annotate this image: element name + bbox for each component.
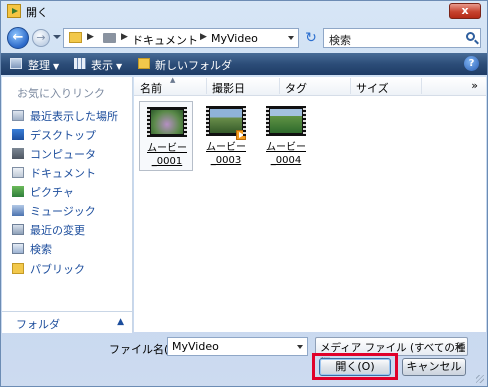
column-name[interactable]: 名前 <box>140 80 162 96</box>
window-title: 開く <box>26 6 48 19</box>
chevron-down-icon: ▼ <box>53 62 60 71</box>
column-divider[interactable] <box>421 78 422 94</box>
column-divider[interactable] <box>206 78 207 94</box>
video-thumbnail-icon <box>266 106 306 136</box>
folders-toggle[interactable]: フォルダ ▲ <box>2 311 132 333</box>
search-box[interactable]: 検索 <box>323 28 481 48</box>
chevron-down-icon: ▼ <box>116 62 123 71</box>
column-tags[interactable]: タグ <box>285 80 307 96</box>
chevron-up-icon: ▲ <box>117 317 124 327</box>
breadcrumb-documents[interactable]: ドキュメント <box>132 32 198 48</box>
navigation-bar: ← → ▶ ▶ ドキュメント ▶ MyVideo ↻ 検索 <box>1 25 487 51</box>
media-player-icon <box>236 130 246 140</box>
file-name: ムービー _0001 <box>147 143 187 167</box>
breadcrumb-separator-icon[interactable]: ▶ <box>121 32 128 42</box>
views-icon <box>74 58 86 69</box>
address-dropdown-icon[interactable] <box>288 36 294 40</box>
sidebar-item-pictures[interactable]: ピクチャ <box>12 184 74 200</box>
breadcrumb-myvideo[interactable]: MyVideo <box>211 32 258 45</box>
column-divider[interactable] <box>279 78 280 94</box>
resize-grip[interactable] <box>476 375 484 383</box>
command-toolbar: 整理 ▼ 表示 ▼ 新しいフォルダ ? <box>1 53 487 75</box>
documents-icon <box>12 167 24 178</box>
file-name-value: MyVideo <box>172 340 219 353</box>
computer-icon <box>12 148 24 159</box>
music-icon <box>12 205 24 216</box>
file-item[interactable]: ムービー _0003 <box>199 101 253 171</box>
breadcrumb-separator-icon[interactable]: ▶ <box>87 32 94 42</box>
column-divider[interactable] <box>350 78 351 94</box>
organize-icon <box>10 58 22 69</box>
sidebar-item-label: 最近表示した場所 <box>30 110 118 123</box>
sidebar-item-public[interactable]: パブリック <box>12 261 85 277</box>
forward-button[interactable]: → <box>32 29 50 47</box>
sidebar-item-label: パブリック <box>30 263 85 276</box>
sidebar-item-label: コンピュータ <box>30 148 96 161</box>
sidebar-item-label: ミュージック <box>30 205 96 218</box>
breadcrumb-separator-icon[interactable]: ▶ <box>200 32 207 42</box>
recent-pages-dropdown-icon[interactable] <box>53 35 61 39</box>
sidebar-item-label: 検索 <box>30 243 52 256</box>
cancel-button[interactable]: キャンセル <box>402 358 466 376</box>
new-folder-icon <box>138 58 150 69</box>
sidebar-item-label: 最近の変更 <box>30 224 85 237</box>
favorite-links-header: お気に入りリンク <box>17 87 105 100</box>
column-size[interactable]: サイズ <box>356 80 389 96</box>
title-bar[interactable]: 開く x <box>1 1 487 21</box>
sidebar-item-label: ピクチャ <box>30 186 74 199</box>
search-icon[interactable] <box>466 32 475 41</box>
video-thumbnail-icon <box>147 107 187 137</box>
public-folder-icon <box>12 263 24 274</box>
chevron-down-icon <box>456 345 462 349</box>
sidebar-item-recent-places[interactable]: 最近表示した場所 <box>12 108 118 124</box>
file-name-input[interactable]: MyVideo <box>167 337 308 356</box>
sidebar-item-desktop[interactable]: デスクトップ <box>12 127 96 143</box>
close-button[interactable]: x <box>449 3 481 19</box>
help-icon[interactable]: ? <box>464 56 479 71</box>
sidebar-item-documents[interactable]: ドキュメント <box>12 165 96 181</box>
searches-icon <box>12 243 24 254</box>
media-app-icon <box>7 4 21 18</box>
sidebar-item-computer[interactable]: コンピュータ <box>12 146 96 162</box>
sidebar-item-label: ドキュメント <box>30 167 96 180</box>
recent-places-icon <box>12 110 24 121</box>
file-item[interactable]: ムービー _0004 <box>259 101 313 171</box>
organize-menu[interactable]: 整理 ▼ <box>28 57 59 73</box>
new-folder-button[interactable]: 新しいフォルダ <box>155 57 232 73</box>
computer-icon <box>103 33 116 43</box>
views-label: 表示 <box>91 59 113 72</box>
open-button[interactable]: 開く(O) <box>319 358 391 376</box>
pictures-icon <box>12 186 24 197</box>
views-menu[interactable]: 表示 ▼ <box>91 57 122 73</box>
sidebar-item-searches[interactable]: 検索 <box>12 241 52 257</box>
desktop-icon <box>12 129 24 140</box>
sidebar-item-music[interactable]: ミュージック <box>12 203 96 219</box>
recently-changed-icon <box>12 224 24 235</box>
back-button[interactable]: ← <box>7 27 29 49</box>
more-columns-icon[interactable]: » <box>471 79 478 92</box>
organize-label: 整理 <box>28 59 50 72</box>
folder-icon <box>69 32 82 43</box>
refresh-icon[interactable]: ↻ <box>302 28 320 48</box>
column-headers: 名前 ▲ 撮影日 タグ サイズ » <box>134 76 486 96</box>
sort-ascending-icon: ▲ <box>170 76 176 84</box>
file-item[interactable]: ムービー _0001 <box>139 101 193 171</box>
file-name: ムービー _0003 <box>206 142 246 166</box>
search-placeholder: 検索 <box>329 34 351 47</box>
open-dialog: 開く x ← → ▶ ▶ ドキュメント ▶ MyVideo ↻ 検索 整理 ▼ 表… <box>0 0 488 387</box>
video-thumbnail-icon <box>206 106 246 140</box>
sidebar-item-recently-changed[interactable]: 最近の変更 <box>12 222 85 238</box>
column-date-taken[interactable]: 撮影日 <box>212 80 245 96</box>
file-name: ムービー _0004 <box>266 142 306 166</box>
navigation-pane: お気に入りリンク 最近表示した場所 デスクトップ コンピュータ ドキュメント ピ… <box>2 77 133 332</box>
chevron-down-icon[interactable] <box>297 345 303 349</box>
sidebar-item-label: デスクトップ <box>30 129 96 142</box>
address-bar[interactable]: ▶ ▶ ドキュメント ▶ MyVideo <box>63 28 299 48</box>
folders-label: フォルダ <box>16 318 60 331</box>
file-list: 名前 ▲ 撮影日 タグ サイズ » ムービー _0001 ムービー _0003 ムー… <box>134 76 486 332</box>
